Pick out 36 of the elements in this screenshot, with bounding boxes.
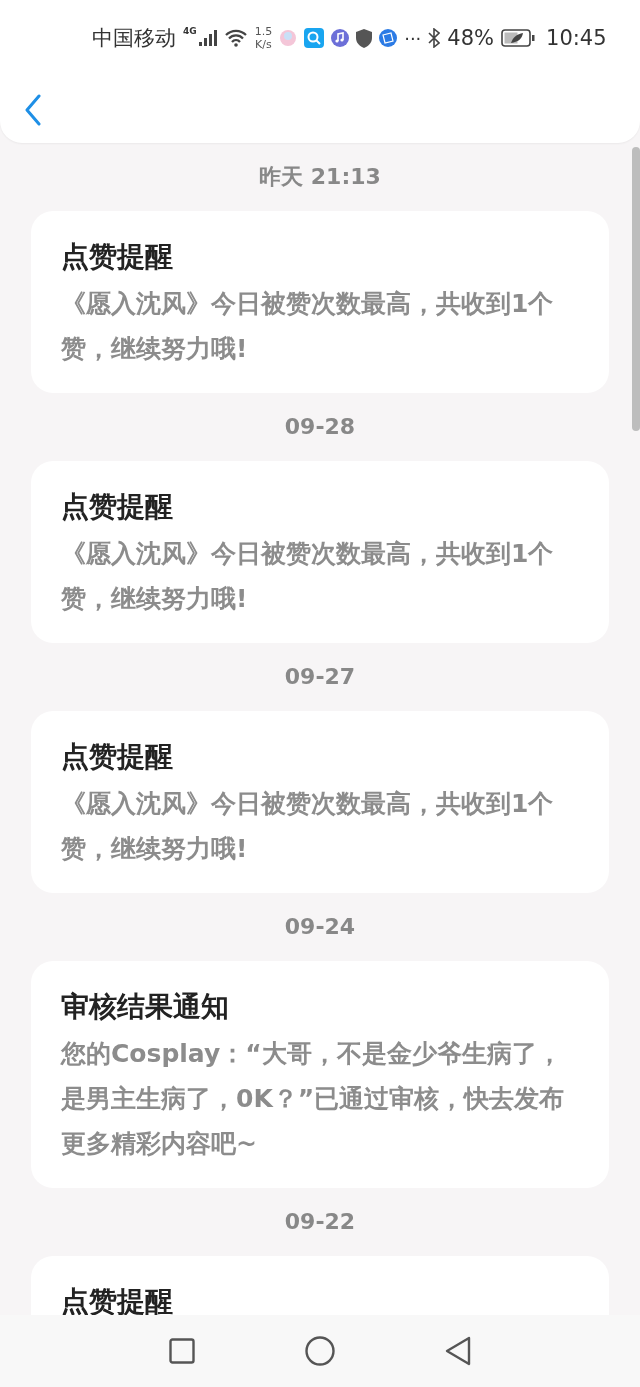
date-label: 昨天 21:13 [258,163,382,191]
shield-icon [356,28,373,48]
message-body: 您的Cosplay：“大哥，不是金少爷生病了，是男主生病了，0K？”已通过审核，快去发布更多精彩内容吧~ [61,1038,566,1160]
music-icon [331,29,350,47]
message-title: 点赞提醒 [61,239,174,275]
date-label: 09-22 [283,1208,357,1236]
speed-value: 1.5 [254,25,273,38]
date-label: 09-28 [283,413,357,441]
date-label: 09-24 [283,913,357,941]
message-body: 《愿入沈风》今日被赞次数最高，共收到1个赞，继续努力哦! [61,288,555,365]
app-icon [279,29,298,47]
back-nav-button[interactable] [445,1336,471,1366]
signal-icon [198,30,217,46]
wifi-icon [223,29,248,47]
network-type: 4G [183,26,197,36]
more-indicator: ··· [404,27,422,49]
message-title: 点赞提醒 [61,489,174,525]
carrier-name: 中国移动 [92,25,176,52]
message-title: 点赞提醒 [61,739,174,775]
message-card[interactable]: 点赞提醒 《愿入沈风》今日被赞次数最高，共收到1个赞，继续努力哦! [31,211,609,393]
message-body: 《愿入沈风》今日被赞次数最高，共收到1个赞，继续努力哦! [61,538,555,615]
date-label: 09-27 [283,663,357,691]
speed-unit: K/s [255,38,272,51]
message-title: 审核结果通知 [61,989,230,1025]
search-app-icon [304,28,325,48]
message-card[interactable]: 点赞提醒 《愿入沈风》今日被赞次数最高，共收到1个赞，继续努力哦! [31,461,609,643]
home-button[interactable] [305,1336,335,1366]
message-body: 《愿入沈风》今日被赞次数最高，共收到1个赞，继续努力哦! [61,788,555,865]
recents-button[interactable] [169,1338,195,1364]
clock: 10:45 [546,26,607,50]
scrollbar-thumb[interactable] [632,147,640,431]
message-card[interactable]: 审核结果通知 您的Cosplay：“大哥，不是金少爷生病了，是男主生病了，0K？”已通过审核，快去发布更多精彩内容吧~ [31,961,609,1188]
message-card[interactable]: 点赞提醒 《愿入沈风》今日被赞次数最高，共收到1个赞，继续努力哦! [31,711,609,893]
battery-percent: 48% [447,26,494,50]
battery-icon [501,29,535,47]
bluetooth-icon [428,28,441,48]
